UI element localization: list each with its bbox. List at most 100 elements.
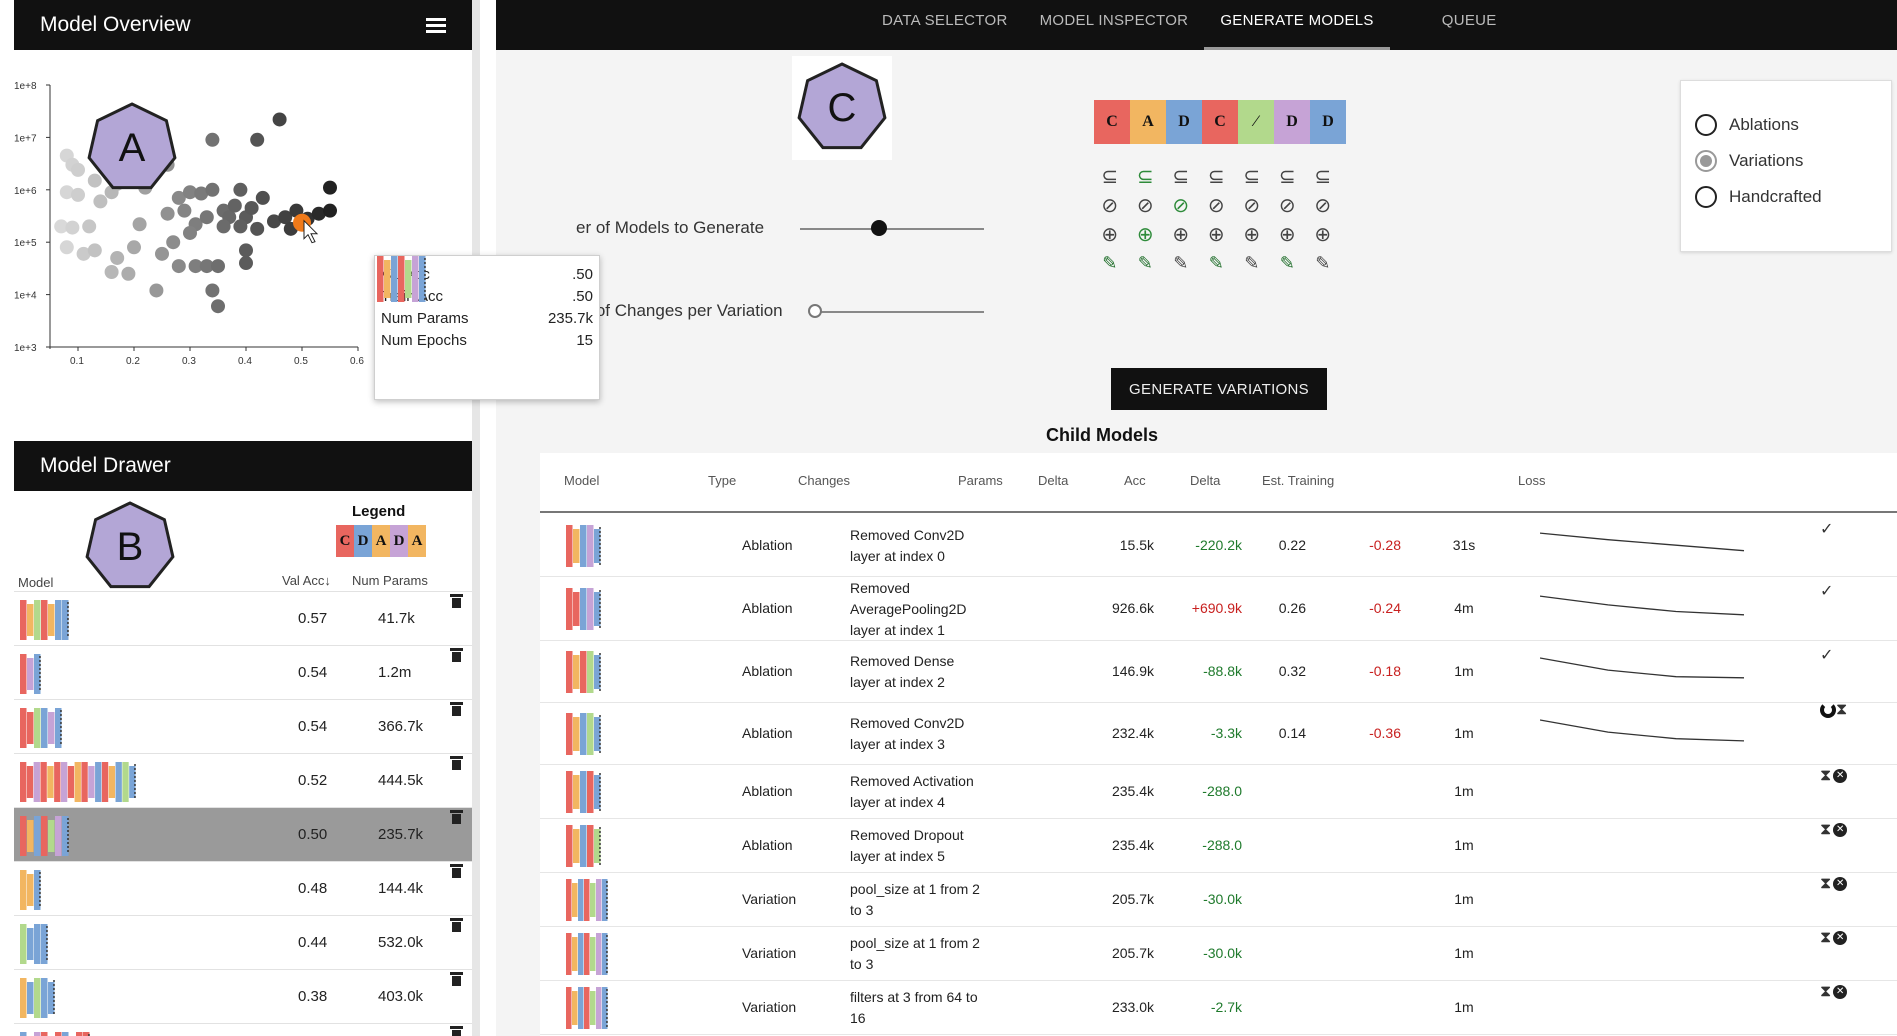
drawer-row[interactable]: 0.50 235.7k xyxy=(14,807,472,861)
col-header[interactable]: Delta xyxy=(1190,473,1220,488)
col-header[interactable]: Model xyxy=(564,473,599,488)
num-changes-slider-handle[interactable] xyxy=(808,304,822,318)
num-models-slider[interactable] xyxy=(800,228,984,230)
replace-icon[interactable]: ⊆ xyxy=(1199,162,1235,191)
layer-strip[interactable]: C A D C ∕ D D xyxy=(1094,100,1346,144)
mode-variations[interactable]: Variations xyxy=(1695,143,1877,179)
tab-model-inspector[interactable]: MODEL INSPECTOR xyxy=(1024,12,1205,50)
col-num-params[interactable]: Num Params xyxy=(352,573,428,588)
drawer-row[interactable]: 0.54 1.2m xyxy=(14,645,472,699)
edit-icon[interactable]: ✎ xyxy=(1305,249,1341,278)
trash-icon[interactable] xyxy=(450,810,463,824)
remove-icon[interactable]: ⊘ xyxy=(1128,191,1164,220)
num-models-slider-handle[interactable] xyxy=(871,220,888,236)
layer-block[interactable]: C xyxy=(1094,100,1130,144)
queued-status[interactable]: ⧗ ✕ xyxy=(1820,875,1848,893)
inspect-icon[interactable]: ⊕ xyxy=(1270,220,1306,249)
inspect-icon[interactable]: ⊕ xyxy=(1199,220,1235,249)
model-overview-scatter[interactable]: 1e+8 1e+7 1e+6 1e+5 1e+4 1e+3 0.1 0.2 0.3 0.4 0.5 0… xyxy=(14,50,600,400)
inspect-icon[interactable]: ⊕ xyxy=(1092,220,1128,249)
col-header[interactable]: Changes xyxy=(798,473,850,488)
table-row[interactable]: Variation pool_size at 1 from 2 to 3 205.7k… xyxy=(540,927,1897,981)
col-header[interactable]: Acc xyxy=(1124,473,1146,488)
trash-icon[interactable] xyxy=(450,648,463,662)
drawer-row[interactable]: 0.38 403.0k xyxy=(14,969,472,1023)
mode-ablations[interactable]: Ablations xyxy=(1695,107,1877,143)
table-row[interactable]: Variation pool_size at 1 from 2 to 3 205.7k… xyxy=(540,873,1897,927)
remove-icon[interactable]: ⊘ xyxy=(1199,191,1235,220)
check-icon[interactable]: ✓ xyxy=(1820,519,1833,539)
queued-status[interactable]: ⧗ ✕ xyxy=(1820,929,1848,947)
table-row[interactable]: Variation filters at 3 from 64 to 16 233.0k… xyxy=(540,981,1897,1035)
tab-generate-models[interactable]: GENERATE MODELS xyxy=(1204,12,1390,50)
edit-icon[interactable]: ✎ xyxy=(1270,249,1306,278)
col-val-acc[interactable]: Val Acc↓ xyxy=(282,573,331,588)
inspect-icon[interactable]: ⊕ xyxy=(1128,220,1164,249)
cancel-icon[interactable]: ✕ xyxy=(1833,876,1848,891)
check-icon[interactable]: ✓ xyxy=(1820,581,1833,601)
num-changes-slider[interactable] xyxy=(816,311,984,313)
table-row[interactable]: Ablation Removed Dense layer at index 2 146… xyxy=(540,641,1897,703)
trash-icon[interactable] xyxy=(450,594,463,608)
drawer-row[interactable]: 0.44 532.0k xyxy=(14,915,472,969)
inspect-icon[interactable]: ⊕ xyxy=(1163,220,1199,249)
running-status[interactable]: ⧗ xyxy=(1820,701,1847,719)
layer-block[interactable]: D xyxy=(1274,100,1310,144)
col-header[interactable]: Delta xyxy=(1038,473,1068,488)
table-row[interactable]: Ablation Removed Dropout layer at index 52… xyxy=(540,819,1897,873)
edit-icon[interactable]: ✎ xyxy=(1128,249,1164,278)
trash-icon[interactable] xyxy=(450,972,463,986)
queued-status[interactable]: ⧗ ✕ xyxy=(1820,983,1848,1001)
trash-icon[interactable] xyxy=(450,702,463,716)
trash-icon[interactable] xyxy=(450,756,463,770)
radio-button[interactable] xyxy=(1695,150,1717,172)
radio-button[interactable] xyxy=(1695,186,1717,208)
replace-icon[interactable]: ⊆ xyxy=(1305,162,1341,191)
drawer-row[interactable]: 0.54 366.7k xyxy=(14,699,472,753)
table-row[interactable]: Ablation Removed Activation layer at index… xyxy=(540,765,1897,819)
queued-status[interactable]: ⧗ ✕ xyxy=(1820,821,1848,839)
queued-status[interactable]: ⧗ ✕ xyxy=(1820,767,1848,785)
replace-icon[interactable]: ⊆ xyxy=(1234,162,1270,191)
layer-block[interactable]: A xyxy=(1130,100,1166,144)
edit-icon[interactable]: ✎ xyxy=(1163,249,1199,278)
drawer-row[interactable]: 0.48 144.4k xyxy=(14,861,472,915)
trash-icon[interactable] xyxy=(450,1026,463,1036)
replace-icon[interactable]: ⊆ xyxy=(1128,162,1164,191)
inspect-icon[interactable]: ⊕ xyxy=(1234,220,1270,249)
col-header[interactable]: Est. Training xyxy=(1262,473,1334,488)
generate-variations-button[interactable]: GENERATE VARIATIONS xyxy=(1111,368,1327,410)
layer-operations-grid[interactable]: ⊆ ⊆ ⊆ ⊆ ⊆ ⊆ ⊆ ⊘ ⊘ ⊘ ⊘ ⊘ ⊘ ⊘ ⊕ ⊕ ⊕ ⊕ ⊕ ⊕ ⊕ ✎ ✎ ✎ ✎ ✎ ✎ ✎ xyxy=(1092,162,1341,278)
trash-icon[interactable] xyxy=(450,918,463,932)
radio-button[interactable] xyxy=(1695,114,1717,136)
col-header[interactable]: Loss xyxy=(1518,473,1545,488)
tab-queue[interactable]: QUEUE xyxy=(1426,12,1513,50)
remove-icon[interactable]: ⊘ xyxy=(1305,191,1341,220)
table-row[interactable]: Ablation Removed AveragePooling2D layer at … xyxy=(540,577,1897,641)
cancel-icon[interactable]: ✕ xyxy=(1833,822,1848,837)
drawer-row[interactable]: 0.57 41.7k xyxy=(14,591,472,645)
remove-icon[interactable]: ⊘ xyxy=(1270,191,1306,220)
table-row[interactable]: Ablation Removed Conv2D layer at index 3 23… xyxy=(540,701,1897,765)
hamburger-icon[interactable] xyxy=(426,17,446,33)
inspect-icon[interactable]: ⊕ xyxy=(1305,220,1341,249)
layer-block[interactable]: D xyxy=(1310,100,1346,144)
col-header[interactable]: Type xyxy=(708,473,736,488)
cancel-icon[interactable]: ✕ xyxy=(1833,768,1848,783)
cancel-icon[interactable]: ✕ xyxy=(1833,984,1848,999)
tab-data-selector[interactable]: DATA SELECTOR xyxy=(866,12,1024,50)
cancel-icon[interactable]: ✕ xyxy=(1833,930,1848,945)
edit-icon[interactable]: ✎ xyxy=(1199,249,1235,278)
layer-block[interactable]: D xyxy=(1166,100,1202,144)
edit-icon[interactable]: ✎ xyxy=(1092,249,1128,278)
drawer-row[interactable]: 0.52 444.5k xyxy=(14,753,472,807)
mode-handcrafted[interactable]: Handcrafted xyxy=(1695,179,1877,215)
col-header[interactable]: Params xyxy=(958,473,1003,488)
replace-icon[interactable]: ⊆ xyxy=(1092,162,1128,191)
remove-icon[interactable]: ⊘ xyxy=(1163,191,1199,220)
check-icon[interactable]: ✓ xyxy=(1820,645,1833,665)
layer-block[interactable]: ∕ xyxy=(1238,100,1274,144)
replace-icon[interactable]: ⊆ xyxy=(1270,162,1306,191)
remove-icon[interactable]: ⊘ xyxy=(1234,191,1270,220)
remove-icon[interactable]: ⊘ xyxy=(1092,191,1128,220)
